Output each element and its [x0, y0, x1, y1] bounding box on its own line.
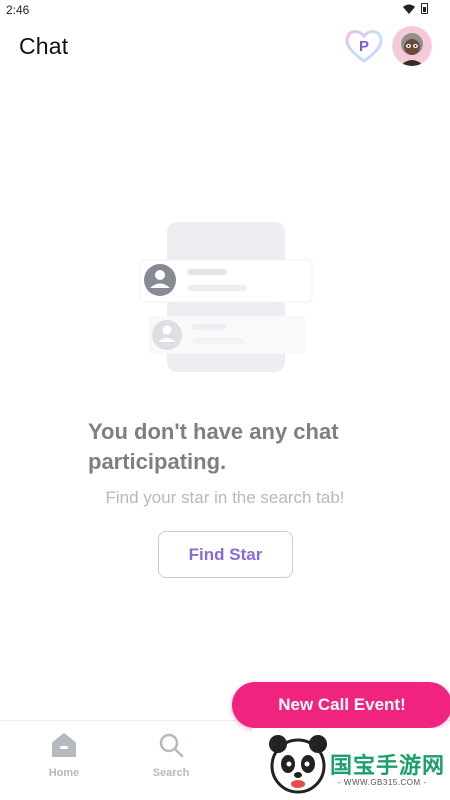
nav-item-home[interactable]: Home	[29, 731, 99, 779]
watermark-url: - WWW.GB315.COM -	[338, 778, 427, 787]
battery-icon	[421, 3, 428, 14]
empty-chat-illustration	[135, 218, 320, 378]
new-call-event-button[interactable]: New Call Event!	[232, 682, 450, 728]
nav-label-search: Search	[152, 767, 190, 779]
find-star-button[interactable]: Find Star	[158, 531, 293, 578]
status-icons	[403, 3, 428, 14]
nav-item-search[interactable]: Search	[136, 731, 206, 779]
empty-state-subtitle: Find your star in the search tab!	[105, 488, 345, 507]
watermark-text: 国宝手游网	[330, 754, 446, 779]
wifi-icon	[403, 4, 415, 14]
search-icon	[159, 733, 184, 758]
nav-label-home: Home	[48, 767, 80, 779]
points-badge-letter: P	[359, 38, 369, 55]
watermark: 国宝手游网 - WWW.GB315.COM -	[252, 728, 450, 800]
status-bar: 2:46	[0, 0, 450, 22]
points-badge-button[interactable]: P	[344, 28, 384, 64]
empty-state-title: You don't have any chat participating.	[88, 419, 339, 474]
page-title: Chat	[19, 33, 69, 59]
status-time: 2:46	[6, 3, 30, 17]
avatar[interactable]	[392, 26, 432, 66]
avatar-image	[392, 26, 432, 66]
heart-badge-icon: P	[345, 30, 383, 63]
home-icon	[52, 733, 76, 757]
panda-logo-icon	[269, 735, 327, 794]
